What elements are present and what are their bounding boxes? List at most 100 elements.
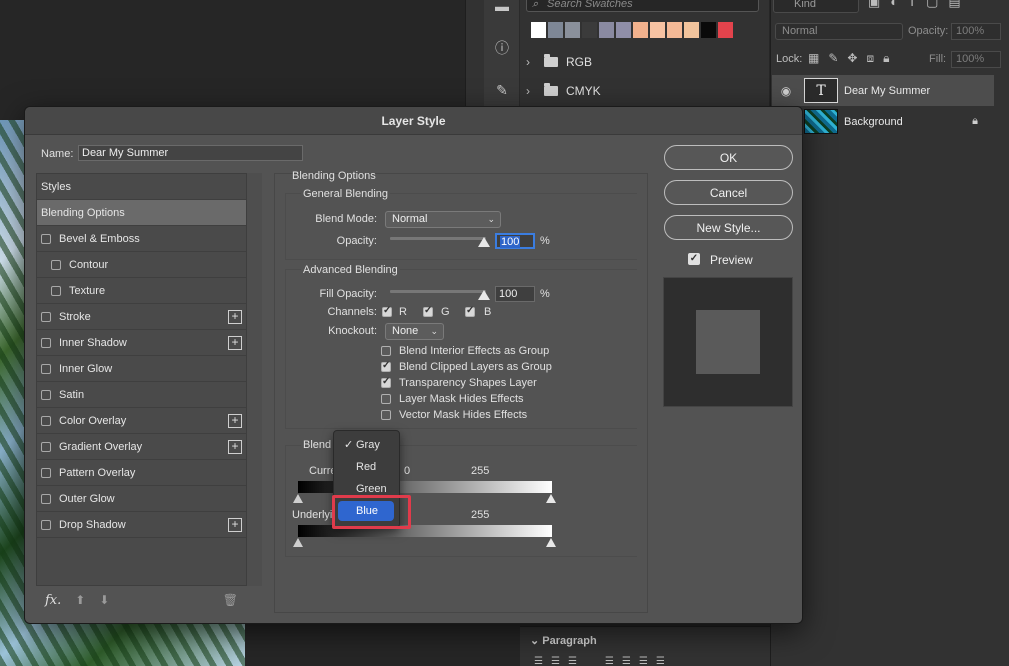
style-checkbox[interactable]: [41, 389, 51, 400]
blend-mode-select[interactable]: Normal ⌄: [385, 211, 501, 228]
style-item-drop-shadow[interactable]: Drop Shadow +: [37, 512, 246, 538]
style-checkbox[interactable]: [41, 493, 51, 504]
color-swatch[interactable]: [599, 22, 614, 38]
channel-r-checkbox[interactable]: [382, 305, 392, 317]
style-checkbox[interactable]: [41, 415, 51, 426]
color-swatch[interactable]: [531, 22, 546, 38]
menu-item-gray[interactable]: ✓ Gray: [334, 435, 399, 455]
swatch-search-input[interactable]: ⌕ Search Swatches: [526, 0, 759, 12]
layer-kind-filter[interactable]: Kind: [773, 0, 859, 13]
opacity-input[interactable]: 100: [495, 233, 535, 249]
trash-icon[interactable]: 🗑︎: [223, 593, 238, 607]
current-black-slider[interactable]: [293, 494, 303, 503]
lock-transparent-icon[interactable]: ▦: [808, 51, 819, 66]
fill-opacity-slider-knob[interactable]: [478, 290, 490, 300]
style-checkbox[interactable]: [41, 363, 51, 374]
opacity-slider[interactable]: [390, 237, 486, 240]
style-item-styles[interactable]: Styles: [37, 174, 246, 200]
color-swatch[interactable]: [701, 22, 716, 38]
style-item-color-overlay[interactable]: Color Overlay +: [37, 408, 246, 434]
ok-button[interactable]: OK: [664, 145, 793, 170]
style-item-gradient-overlay[interactable]: Gradient Overlay +: [37, 434, 246, 460]
smart-object-filter-icon[interactable]: ▤: [948, 0, 960, 10]
advanced-option-checkbox[interactable]: [381, 410, 391, 420]
color-swatch[interactable]: [650, 22, 665, 38]
style-item-inner-glow[interactable]: Inner Glow: [37, 356, 246, 382]
style-checkbox[interactable]: [51, 259, 61, 270]
move-down-icon[interactable]: ⬇: [99, 593, 109, 607]
style-item-bevel-emboss[interactable]: Bevel & Emboss: [37, 226, 246, 252]
lock-position-icon[interactable]: ✥: [847, 51, 857, 66]
add-effect-icon[interactable]: +: [228, 517, 242, 532]
add-effect-icon[interactable]: +: [228, 413, 242, 428]
type-filter-icon[interactable]: T: [908, 0, 916, 10]
style-checkbox[interactable]: [41, 467, 51, 478]
layer-row[interactable]: Background 🔒︎: [772, 106, 994, 137]
style-checkbox[interactable]: [41, 233, 51, 244]
eye-icon[interactable]: ◉: [772, 84, 800, 98]
underlying-black-slider[interactable]: [293, 538, 303, 547]
knockout-select[interactable]: None ⌄: [385, 323, 444, 340]
fx-icon[interactable]: fx.: [45, 593, 61, 608]
adjustment-filter-icon[interactable]: ◐: [890, 0, 898, 10]
style-checkbox[interactable]: [41, 337, 51, 348]
style-checkbox[interactable]: [41, 441, 51, 452]
add-effect-icon[interactable]: +: [228, 335, 242, 350]
style-checkbox[interactable]: [41, 519, 51, 530]
shape-filter-icon[interactable]: ▢: [926, 0, 938, 10]
comment-icon[interactable]: ▬: [490, 0, 514, 18]
color-swatch[interactable]: [548, 22, 563, 38]
align-right-icon[interactable]: ☰: [568, 656, 577, 666]
paragraph-panel-title[interactable]: ⌄ Paragraph: [530, 634, 597, 647]
lock-all-icon[interactable]: 🔒︎: [883, 51, 889, 66]
align-left-icon[interactable]: ☰: [534, 656, 543, 666]
layer-fill-input[interactable]: 100%: [951, 51, 1001, 68]
color-swatch[interactable]: [582, 22, 597, 38]
styles-list-scrollbar[interactable]: [247, 173, 262, 586]
swatch-group-cmyk[interactable]: › CMYK: [526, 79, 766, 103]
preview-checkbox[interactable]: ✓: [688, 253, 700, 265]
style-checkbox[interactable]: [41, 311, 51, 322]
layer-opacity-input[interactable]: 100%: [951, 23, 1001, 40]
swatch-group-rgb[interactable]: › RGB: [526, 50, 766, 74]
menu-item-red[interactable]: Red: [334, 457, 399, 477]
pixel-filter-icon[interactable]: ▣: [868, 0, 880, 10]
color-swatch[interactable]: [684, 22, 699, 38]
move-up-icon[interactable]: ⬆: [75, 593, 85, 607]
channel-g-checkbox[interactable]: [423, 305, 433, 317]
underlying-white-slider[interactable]: [546, 538, 556, 547]
new-style-button[interactable]: New Style...: [664, 215, 793, 240]
color-swatch[interactable]: [565, 22, 580, 38]
style-item-satin[interactable]: Satin: [37, 382, 246, 408]
style-item-pattern-overlay[interactable]: Pattern Overlay: [37, 460, 246, 486]
advanced-option-checkbox[interactable]: [381, 360, 391, 372]
color-swatch[interactable]: [616, 22, 631, 38]
style-item-contour[interactable]: Contour: [37, 252, 246, 278]
layer-blend-mode-select[interactable]: Normal: [775, 23, 903, 40]
add-effect-icon[interactable]: +: [228, 309, 242, 324]
justify-right-icon[interactable]: ☰: [639, 656, 648, 666]
color-swatch[interactable]: [718, 22, 733, 38]
color-swatch[interactable]: [633, 22, 648, 38]
current-white-slider[interactable]: [546, 494, 556, 503]
style-item-stroke[interactable]: Stroke +: [37, 304, 246, 330]
style-item-inner-shadow[interactable]: Inner Shadow +: [37, 330, 246, 356]
fill-opacity-input[interactable]: 100: [495, 286, 535, 302]
cancel-button[interactable]: Cancel: [664, 180, 793, 205]
align-center-icon[interactable]: ☰: [551, 656, 560, 666]
dialog-title[interactable]: Layer Style: [25, 107, 802, 135]
justify-center-icon[interactable]: ☰: [622, 656, 631, 666]
justify-left-icon[interactable]: ☰: [605, 656, 614, 666]
style-item-texture[interactable]: Texture: [37, 278, 246, 304]
style-item-blending-options[interactable]: Blending Options: [37, 200, 246, 226]
info-icon[interactable]: ⓘ: [490, 36, 514, 60]
add-effect-icon[interactable]: +: [228, 439, 242, 454]
justify-all-icon[interactable]: ☰: [656, 656, 665, 666]
opacity-slider-knob[interactable]: [478, 237, 490, 247]
advanced-option-checkbox[interactable]: [381, 346, 391, 356]
brush-settings-icon[interactable]: ✎: [490, 78, 514, 102]
style-name-input[interactable]: Dear My Summer: [78, 145, 303, 161]
advanced-option-checkbox[interactable]: [381, 376, 391, 388]
lock-artboard-icon[interactable]: ⧈: [866, 51, 874, 66]
channel-b-checkbox[interactable]: [465, 305, 475, 317]
